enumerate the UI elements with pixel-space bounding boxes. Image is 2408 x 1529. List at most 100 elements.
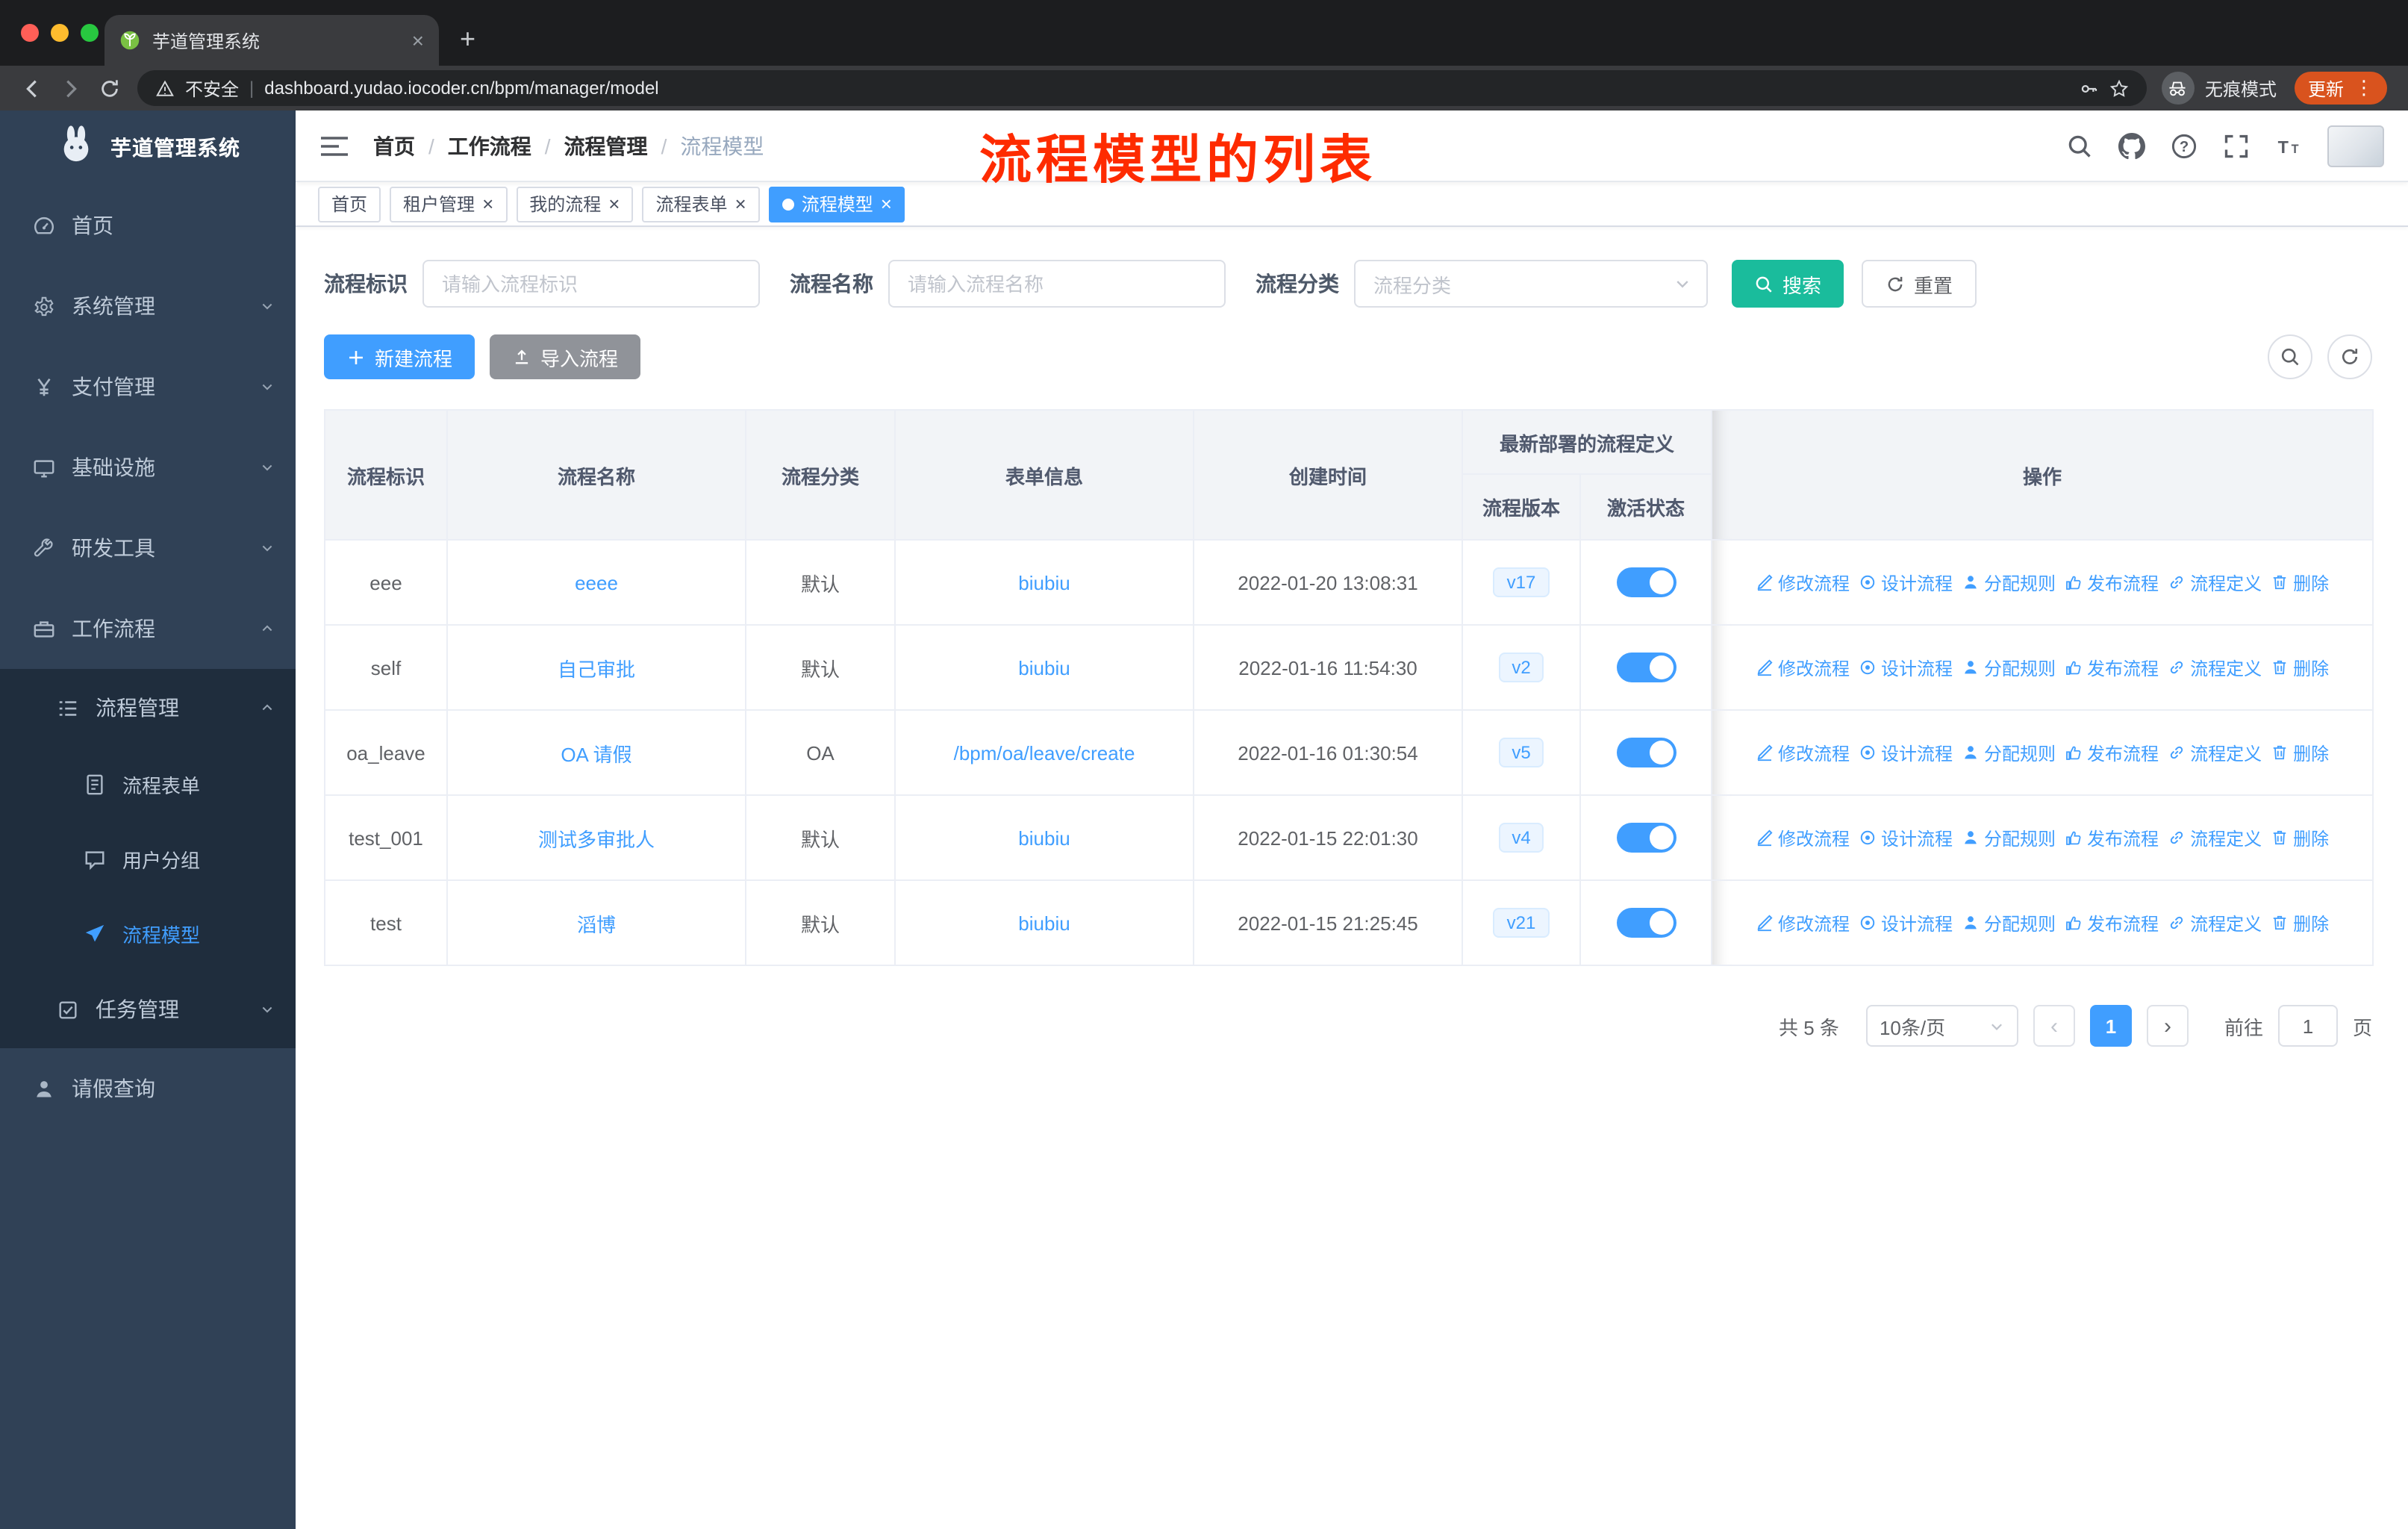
form-link[interactable]: biubiu bbox=[1018, 571, 1070, 594]
prev-page-button[interactable]: ‹ bbox=[2033, 1005, 2075, 1047]
font-size-icon[interactable]: TT bbox=[2275, 132, 2302, 159]
action-trash[interactable]: 删除 bbox=[2271, 740, 2329, 765]
sidebar-item-7[interactable]: 流程表单 bbox=[0, 747, 296, 821]
refresh-table-button[interactable] bbox=[2327, 334, 2372, 379]
browser-menu-icon[interactable]: ⋮ bbox=[2354, 76, 2374, 100]
form-link[interactable]: biubiu bbox=[1018, 826, 1070, 849]
action-user2[interactable]: 分配规则 bbox=[1962, 910, 2056, 935]
action-edit[interactable]: 修改流程 bbox=[1756, 740, 1850, 765]
active-toggle[interactable] bbox=[1616, 567, 1676, 597]
sidebar-item-9[interactable]: 流程模型 bbox=[0, 896, 296, 971]
app-logo[interactable]: 芋道管理系统 bbox=[0, 110, 296, 185]
import-process-button[interactable]: 导入流程 bbox=[490, 334, 641, 379]
breadcrumb-home[interactable]: 首页 bbox=[373, 131, 415, 161]
action-user2[interactable]: 分配规则 bbox=[1962, 655, 2056, 680]
goto-page-input[interactable] bbox=[2277, 1005, 2338, 1047]
action-like[interactable]: 发布流程 bbox=[2065, 825, 2159, 850]
process-name-input[interactable] bbox=[888, 260, 1226, 308]
action-user2[interactable]: 分配规则 bbox=[1962, 825, 2056, 850]
form-link[interactable]: biubiu bbox=[1018, 656, 1070, 679]
close-window-button[interactable] bbox=[21, 24, 39, 42]
model-name-link[interactable]: 滔博 bbox=[577, 913, 616, 935]
show-search-button[interactable] bbox=[2268, 334, 2312, 379]
action-link[interactable]: 流程定义 bbox=[2168, 740, 2262, 765]
close-icon[interactable]: × bbox=[608, 194, 620, 214]
process-category-select[interactable]: 流程分类 bbox=[1354, 260, 1708, 308]
current-page-button[interactable]: 1 bbox=[2089, 1005, 2132, 1047]
model-name-link[interactable]: 测试多审批人 bbox=[538, 828, 655, 850]
action-like[interactable]: 发布流程 bbox=[2065, 655, 2159, 680]
action-like[interactable]: 发布流程 bbox=[2065, 570, 2159, 595]
tag-0[interactable]: 首页 bbox=[318, 186, 381, 222]
incognito-badge[interactable]: 无痕模式 bbox=[2161, 72, 2277, 105]
close-icon[interactable]: × bbox=[881, 194, 892, 214]
action-like[interactable]: 发布流程 bbox=[2065, 910, 2159, 935]
model-name-link[interactable]: 自己审批 bbox=[558, 658, 635, 680]
process-key-input[interactable] bbox=[422, 260, 760, 308]
action-link[interactable]: 流程定义 bbox=[2168, 570, 2262, 595]
sidebar-collapse-button[interactable] bbox=[319, 131, 349, 161]
action-target[interactable]: 设计流程 bbox=[1859, 570, 1953, 595]
form-link[interactable]: /bpm/oa/leave/create bbox=[954, 741, 1135, 764]
fullscreen-icon[interactable] bbox=[2223, 132, 2250, 159]
browser-update-button[interactable]: 更新 ⋮ bbox=[2294, 72, 2387, 105]
active-toggle[interactable] bbox=[1616, 738, 1676, 767]
next-page-button[interactable]: › bbox=[2146, 1005, 2189, 1047]
sidebar-item-2[interactable]: 支付管理 bbox=[0, 346, 296, 427]
create-process-button[interactable]: 新建流程 bbox=[324, 334, 475, 379]
reset-button[interactable]: 重置 bbox=[1862, 260, 1977, 308]
sidebar-item-11[interactable]: 请假查询 bbox=[0, 1048, 296, 1129]
page-size-select[interactable]: 10条/页 bbox=[1865, 1005, 2018, 1047]
sidebar-item-3[interactable]: 基础设施 bbox=[0, 427, 296, 508]
action-user2[interactable]: 分配规则 bbox=[1962, 570, 2056, 595]
active-toggle[interactable] bbox=[1616, 823, 1676, 853]
tab-close-icon[interactable]: × bbox=[412, 30, 424, 51]
browser-tab[interactable]: 芋道管理系统 × bbox=[105, 15, 439, 66]
action-target[interactable]: 设计流程 bbox=[1859, 655, 1953, 680]
tag-3[interactable]: 流程表单 × bbox=[642, 186, 760, 222]
action-trash[interactable]: 删除 bbox=[2271, 910, 2329, 935]
sidebar-item-8[interactable]: 用户分组 bbox=[0, 821, 296, 896]
security-label[interactable]: 不安全 bbox=[185, 75, 239, 101]
action-target[interactable]: 设计流程 bbox=[1859, 825, 1953, 850]
action-link[interactable]: 流程定义 bbox=[2168, 910, 2262, 935]
new-tab-button[interactable]: + bbox=[460, 25, 475, 52]
sidebar-item-0[interactable]: 首页 bbox=[0, 185, 296, 266]
action-link[interactable]: 流程定义 bbox=[2168, 825, 2262, 850]
sidebar-item-5[interactable]: 工作流程 bbox=[0, 588, 296, 669]
model-name-link[interactable]: OA 请假 bbox=[561, 743, 631, 765]
help-icon[interactable]: ? bbox=[2171, 132, 2198, 159]
action-link[interactable]: 流程定义 bbox=[2168, 655, 2262, 680]
back-button[interactable] bbox=[12, 70, 51, 106]
action-edit[interactable]: 修改流程 bbox=[1756, 910, 1850, 935]
action-trash[interactable]: 删除 bbox=[2271, 655, 2329, 680]
password-key-icon[interactable] bbox=[2080, 78, 2099, 98]
sidebar-item-1[interactable]: 系统管理 bbox=[0, 266, 296, 346]
action-edit[interactable]: 修改流程 bbox=[1756, 825, 1850, 850]
forward-button[interactable] bbox=[51, 70, 90, 106]
minimize-window-button[interactable] bbox=[51, 24, 69, 42]
action-like[interactable]: 发布流程 bbox=[2065, 740, 2159, 765]
action-edit[interactable]: 修改流程 bbox=[1756, 655, 1850, 680]
github-icon[interactable] bbox=[2118, 132, 2145, 159]
action-trash[interactable]: 删除 bbox=[2271, 570, 2329, 595]
model-name-link[interactable]: eeee bbox=[575, 571, 618, 594]
search-icon[interactable] bbox=[2066, 132, 2093, 159]
sidebar-item-10[interactable]: 任务管理 bbox=[0, 971, 296, 1048]
breadcrumb-process-mgmt[interactable]: 流程管理 bbox=[564, 131, 648, 161]
action-user2[interactable]: 分配规则 bbox=[1962, 740, 2056, 765]
active-toggle[interactable] bbox=[1616, 653, 1676, 682]
address-bar[interactable]: 不安全 | dashboard.yudao.iocoder.cn/bpm/man… bbox=[137, 70, 2147, 106]
avatar[interactable] bbox=[2327, 125, 2384, 166]
form-link[interactable]: biubiu bbox=[1018, 912, 1070, 934]
sidebar-item-6[interactable]: 流程管理 bbox=[0, 669, 296, 747]
reload-button[interactable] bbox=[90, 70, 128, 106]
action-edit[interactable]: 修改流程 bbox=[1756, 570, 1850, 595]
close-icon[interactable]: × bbox=[735, 194, 746, 214]
active-toggle[interactable] bbox=[1616, 908, 1676, 938]
action-target[interactable]: 设计流程 bbox=[1859, 740, 1953, 765]
search-button[interactable]: 搜索 bbox=[1732, 260, 1844, 308]
url-text[interactable]: dashboard.yudao.iocoder.cn/bpm/manager/m… bbox=[264, 78, 2069, 99]
tag-2[interactable]: 我的流程 × bbox=[516, 186, 634, 222]
action-target[interactable]: 设计流程 bbox=[1859, 910, 1953, 935]
